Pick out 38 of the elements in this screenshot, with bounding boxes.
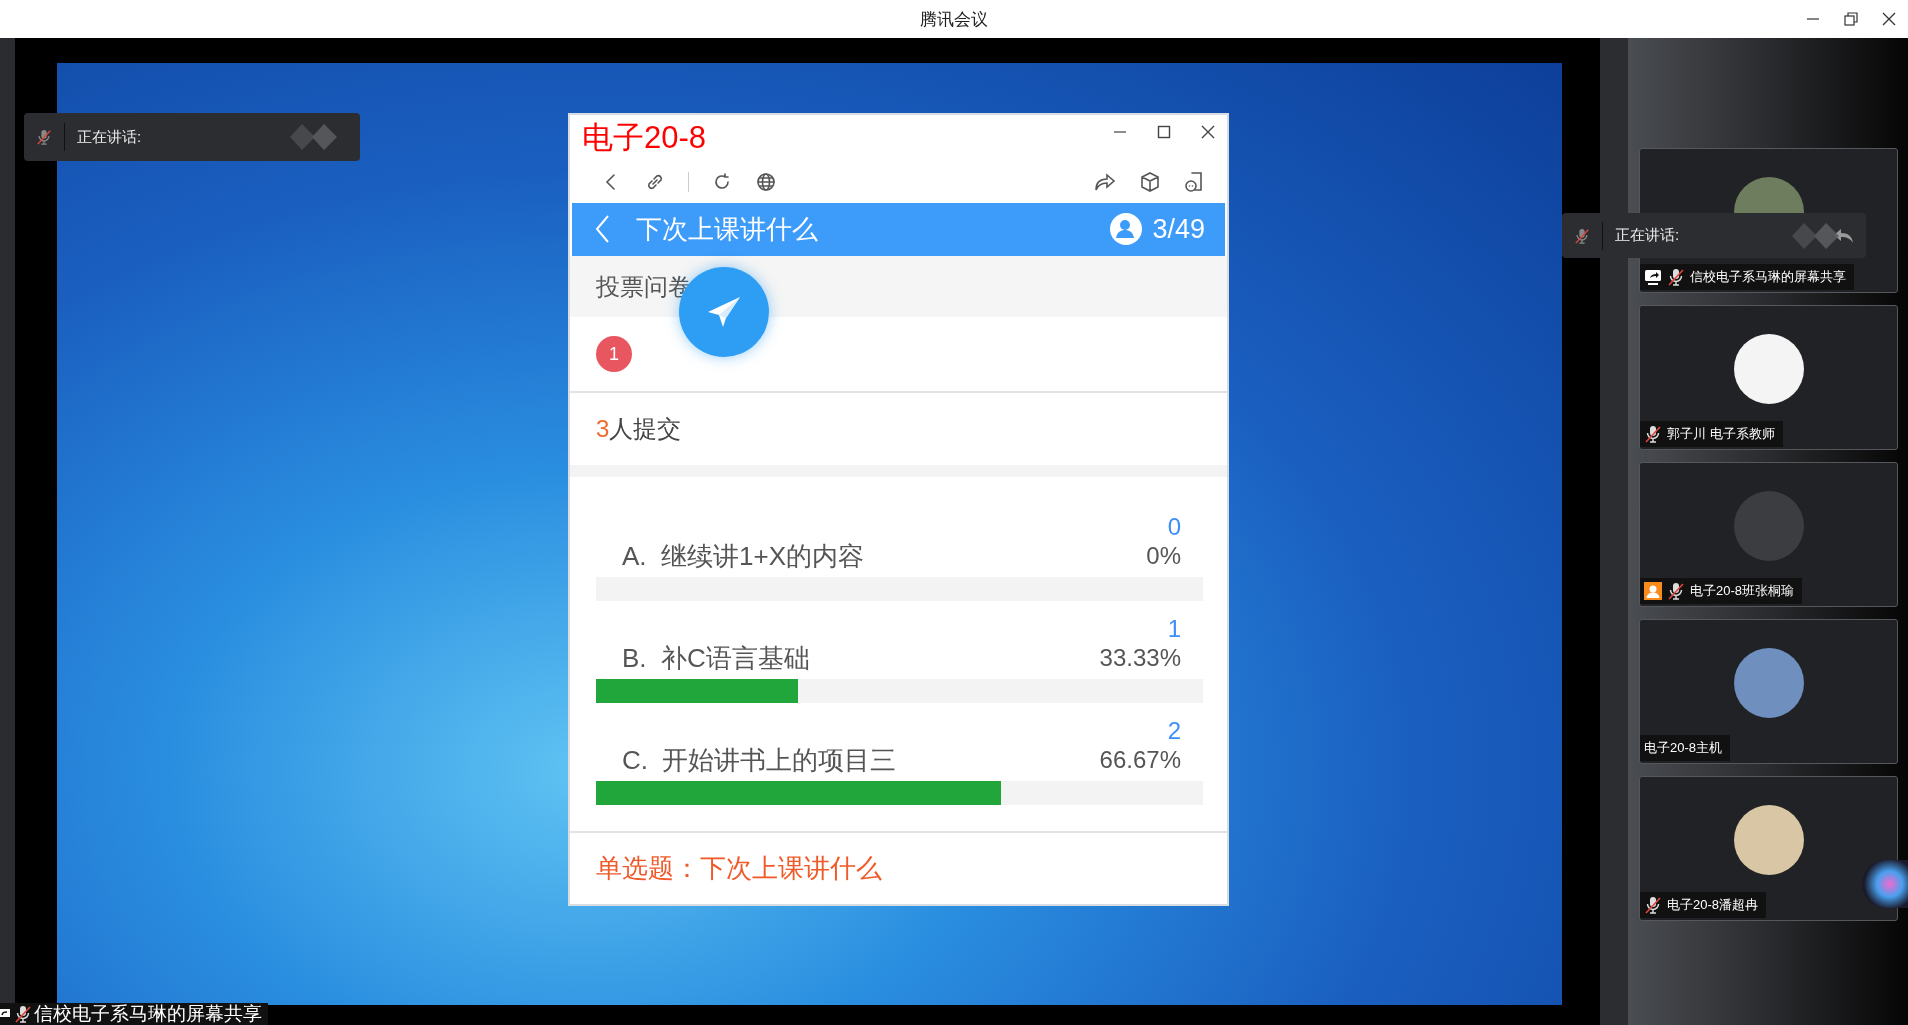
participant-name: 电子20-8主机 bbox=[1644, 739, 1723, 757]
share-name: 信校电子系马琳的屏幕共享 bbox=[34, 1003, 262, 1025]
maximize-icon[interactable] bbox=[1157, 125, 1171, 139]
vote-count: 2 bbox=[1167, 717, 1181, 745]
vote-count: 0 bbox=[1167, 513, 1181, 541]
window-title: 腾讯会议 bbox=[920, 8, 988, 31]
user-icon bbox=[1110, 213, 1143, 246]
submission-count: 3人提交 bbox=[596, 414, 682, 445]
speaking-label: 正在讲话: bbox=[1615, 226, 1681, 245]
question-title: 单选题：下次上课讲什么 bbox=[596, 853, 882, 883]
close-icon[interactable] bbox=[1882, 12, 1896, 26]
question-number: 1 bbox=[596, 336, 632, 373]
close-icon[interactable] bbox=[1201, 125, 1215, 139]
muted-mic-icon bbox=[1574, 226, 1590, 245]
globe-icon[interactable] bbox=[755, 170, 777, 193]
vote-percent: 0% bbox=[1146, 541, 1181, 571]
reply-arrow-icon[interactable] bbox=[1832, 226, 1854, 245]
restore-icon[interactable] bbox=[1844, 12, 1858, 26]
app-window-title: 电子20-8 bbox=[582, 118, 707, 157]
participant-name: 电子20-8班张桐瑜 bbox=[1690, 582, 1795, 600]
option-label: A. 继续讲1+X的内容 bbox=[622, 541, 864, 571]
vote-count: 1 bbox=[1167, 615, 1181, 643]
assistant-orb-icon[interactable] bbox=[1862, 860, 1908, 908]
cube-icon[interactable] bbox=[1139, 170, 1161, 193]
participant-name: 郭子川 电子系教师 bbox=[1667, 425, 1775, 443]
vote-percent: 66.67% bbox=[1099, 745, 1181, 775]
participant-name: 信校电子系马琳的屏幕共享 bbox=[1690, 268, 1846, 286]
vote-percent: 33.33% bbox=[1099, 643, 1181, 673]
person-icon bbox=[1644, 582, 1662, 600]
speaking-label: 正在讲话: bbox=[77, 127, 143, 147]
device-icon[interactable] bbox=[1183, 170, 1205, 193]
muted-mic-icon bbox=[36, 128, 52, 146]
participant-name: 电子20-8潘超冉 bbox=[1667, 896, 1759, 914]
option-label: B. 补C语言基础 bbox=[622, 643, 810, 673]
screen-share-icon bbox=[1644, 268, 1662, 286]
option-label: C. 开始讲书上的项目三 bbox=[622, 745, 897, 775]
participant-count: 3/49 bbox=[1152, 213, 1205, 245]
page-title: 下次上课讲什么 bbox=[636, 212, 819, 246]
